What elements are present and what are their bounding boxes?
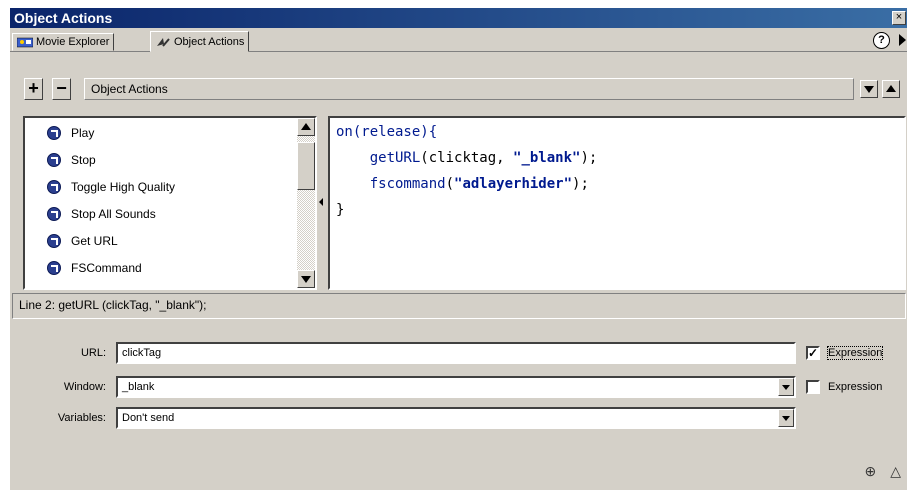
tab-movie-explorer[interactable]: Movie Explorer bbox=[12, 33, 115, 51]
code-line: on(release){ bbox=[336, 124, 904, 150]
collapse-panel-icon[interactable]: △ bbox=[890, 463, 901, 480]
list-item-toggle-high-quality[interactable]: Toggle High Quality bbox=[47, 176, 175, 198]
url-label: URL: bbox=[80, 347, 106, 359]
code-text: getURL bbox=[369, 150, 421, 166]
chevron-down-icon bbox=[301, 276, 311, 283]
variables-value: Don't send bbox=[122, 412, 175, 424]
list-item-stop[interactable]: Stop bbox=[47, 149, 96, 171]
list-item-label: Stop bbox=[71, 153, 96, 167]
code-text: "_blank" bbox=[513, 150, 581, 166]
variables-label: Variables: bbox=[57, 412, 106, 424]
list-item-label: Play bbox=[71, 126, 95, 140]
window-label: Window: bbox=[63, 381, 106, 393]
add-action-button[interactable]: + bbox=[24, 78, 43, 100]
selected-line-status: Line 2: getURL (clickTag, "_blank"); bbox=[12, 293, 906, 319]
code-text: (clicktag, bbox=[420, 150, 514, 166]
list-item-label: Stop All Sounds bbox=[71, 207, 156, 221]
action-icon bbox=[47, 261, 61, 275]
url-expression-label[interactable]: Expression bbox=[826, 346, 884, 360]
list-item-play[interactable]: Play bbox=[47, 122, 94, 144]
remove-action-button[interactable]: − bbox=[52, 78, 71, 100]
chevron-down-icon bbox=[782, 416, 790, 421]
url-input[interactable]: clickTag bbox=[116, 342, 796, 364]
list-item-label: FSCommand bbox=[71, 261, 142, 275]
object-actions-icon bbox=[155, 36, 171, 48]
code-text: "adlayerhider" bbox=[454, 176, 573, 192]
code-line: } bbox=[336, 202, 904, 228]
bottom-icons: ⊕ △ bbox=[864, 463, 901, 480]
window-expression-checkbox[interactable] bbox=[806, 380, 820, 394]
list-item-stop-all-sounds[interactable]: Stop All Sounds bbox=[47, 203, 156, 225]
actions-scrollbar[interactable] bbox=[297, 118, 315, 288]
scroll-thumb[interactable] bbox=[297, 142, 315, 190]
variables-select[interactable]: Don't send bbox=[116, 407, 796, 429]
code-line: fscommand("adlayerhider"); bbox=[336, 176, 904, 202]
action-icon bbox=[47, 126, 61, 140]
list-item-label: Get URL bbox=[71, 234, 118, 248]
tab-row: Movie Explorer Object Actions ? bbox=[10, 28, 907, 52]
scroll-up-button[interactable] bbox=[297, 118, 315, 136]
action-icon bbox=[47, 207, 61, 221]
window-expression-label[interactable]: Expression bbox=[828, 381, 882, 393]
code-line: getURL(clicktag, "_blank"); bbox=[336, 150, 904, 176]
collapse-left-icon[interactable] bbox=[319, 198, 323, 206]
move-down-button[interactable] bbox=[860, 80, 878, 98]
chevron-down-icon bbox=[864, 86, 874, 93]
code-text: ( bbox=[445, 176, 455, 192]
tab-object-actions[interactable]: Object Actions bbox=[150, 31, 250, 52]
list-item-get-url[interactable]: Get URL bbox=[47, 230, 118, 252]
title-bar[interactable]: Object Actions × bbox=[10, 8, 907, 28]
move-up-button[interactable] bbox=[882, 80, 900, 98]
pane-splitter[interactable] bbox=[317, 116, 326, 290]
window-value: _blank bbox=[122, 381, 155, 393]
code-text: } bbox=[336, 202, 345, 218]
panel-menu-icon[interactable] bbox=[899, 34, 906, 46]
chevron-down-icon bbox=[782, 385, 790, 390]
url-expression-checkbox[interactable]: ✓ bbox=[806, 346, 820, 360]
tab-label: Object Actions bbox=[174, 35, 245, 48]
object-path-label: Object Actions bbox=[84, 78, 854, 100]
code-text: ); bbox=[572, 176, 589, 192]
list-item-label: Toggle High Quality bbox=[71, 180, 176, 194]
chevron-up-icon bbox=[886, 85, 896, 92]
action-icon bbox=[47, 234, 61, 248]
list-item-fscommand[interactable]: FSCommand bbox=[47, 257, 142, 279]
object-actions-panel: Object Actions × Movie Explorer Object A… bbox=[9, 8, 907, 490]
script-editor[interactable]: on(release){ getURL(clicktag, "_blank");… bbox=[328, 116, 906, 290]
scroll-down-button[interactable] bbox=[297, 270, 315, 288]
code-text: on(release){ bbox=[336, 124, 438, 140]
window-title: Object Actions bbox=[14, 10, 113, 26]
close-icon[interactable]: × bbox=[892, 11, 906, 25]
action-icon bbox=[47, 180, 61, 194]
window-select[interactable]: _blank bbox=[116, 376, 796, 398]
variables-dropdown-button[interactable] bbox=[778, 409, 794, 427]
tab-label: Movie Explorer bbox=[36, 36, 110, 48]
target-icon[interactable]: ⊕ bbox=[864, 463, 876, 480]
code-text: fscommand bbox=[369, 176, 446, 192]
help-icon[interactable]: ? bbox=[873, 32, 890, 49]
chevron-up-icon bbox=[301, 123, 311, 130]
actions-list[interactable]: Play Stop Toggle High Quality Stop All S… bbox=[23, 116, 317, 290]
window-dropdown-button[interactable] bbox=[778, 378, 794, 396]
movie-explorer-icon bbox=[16, 36, 34, 48]
action-icon bbox=[47, 153, 61, 167]
code-text: ); bbox=[580, 150, 598, 166]
actions-toolbar: + − Object Actions bbox=[10, 76, 907, 104]
